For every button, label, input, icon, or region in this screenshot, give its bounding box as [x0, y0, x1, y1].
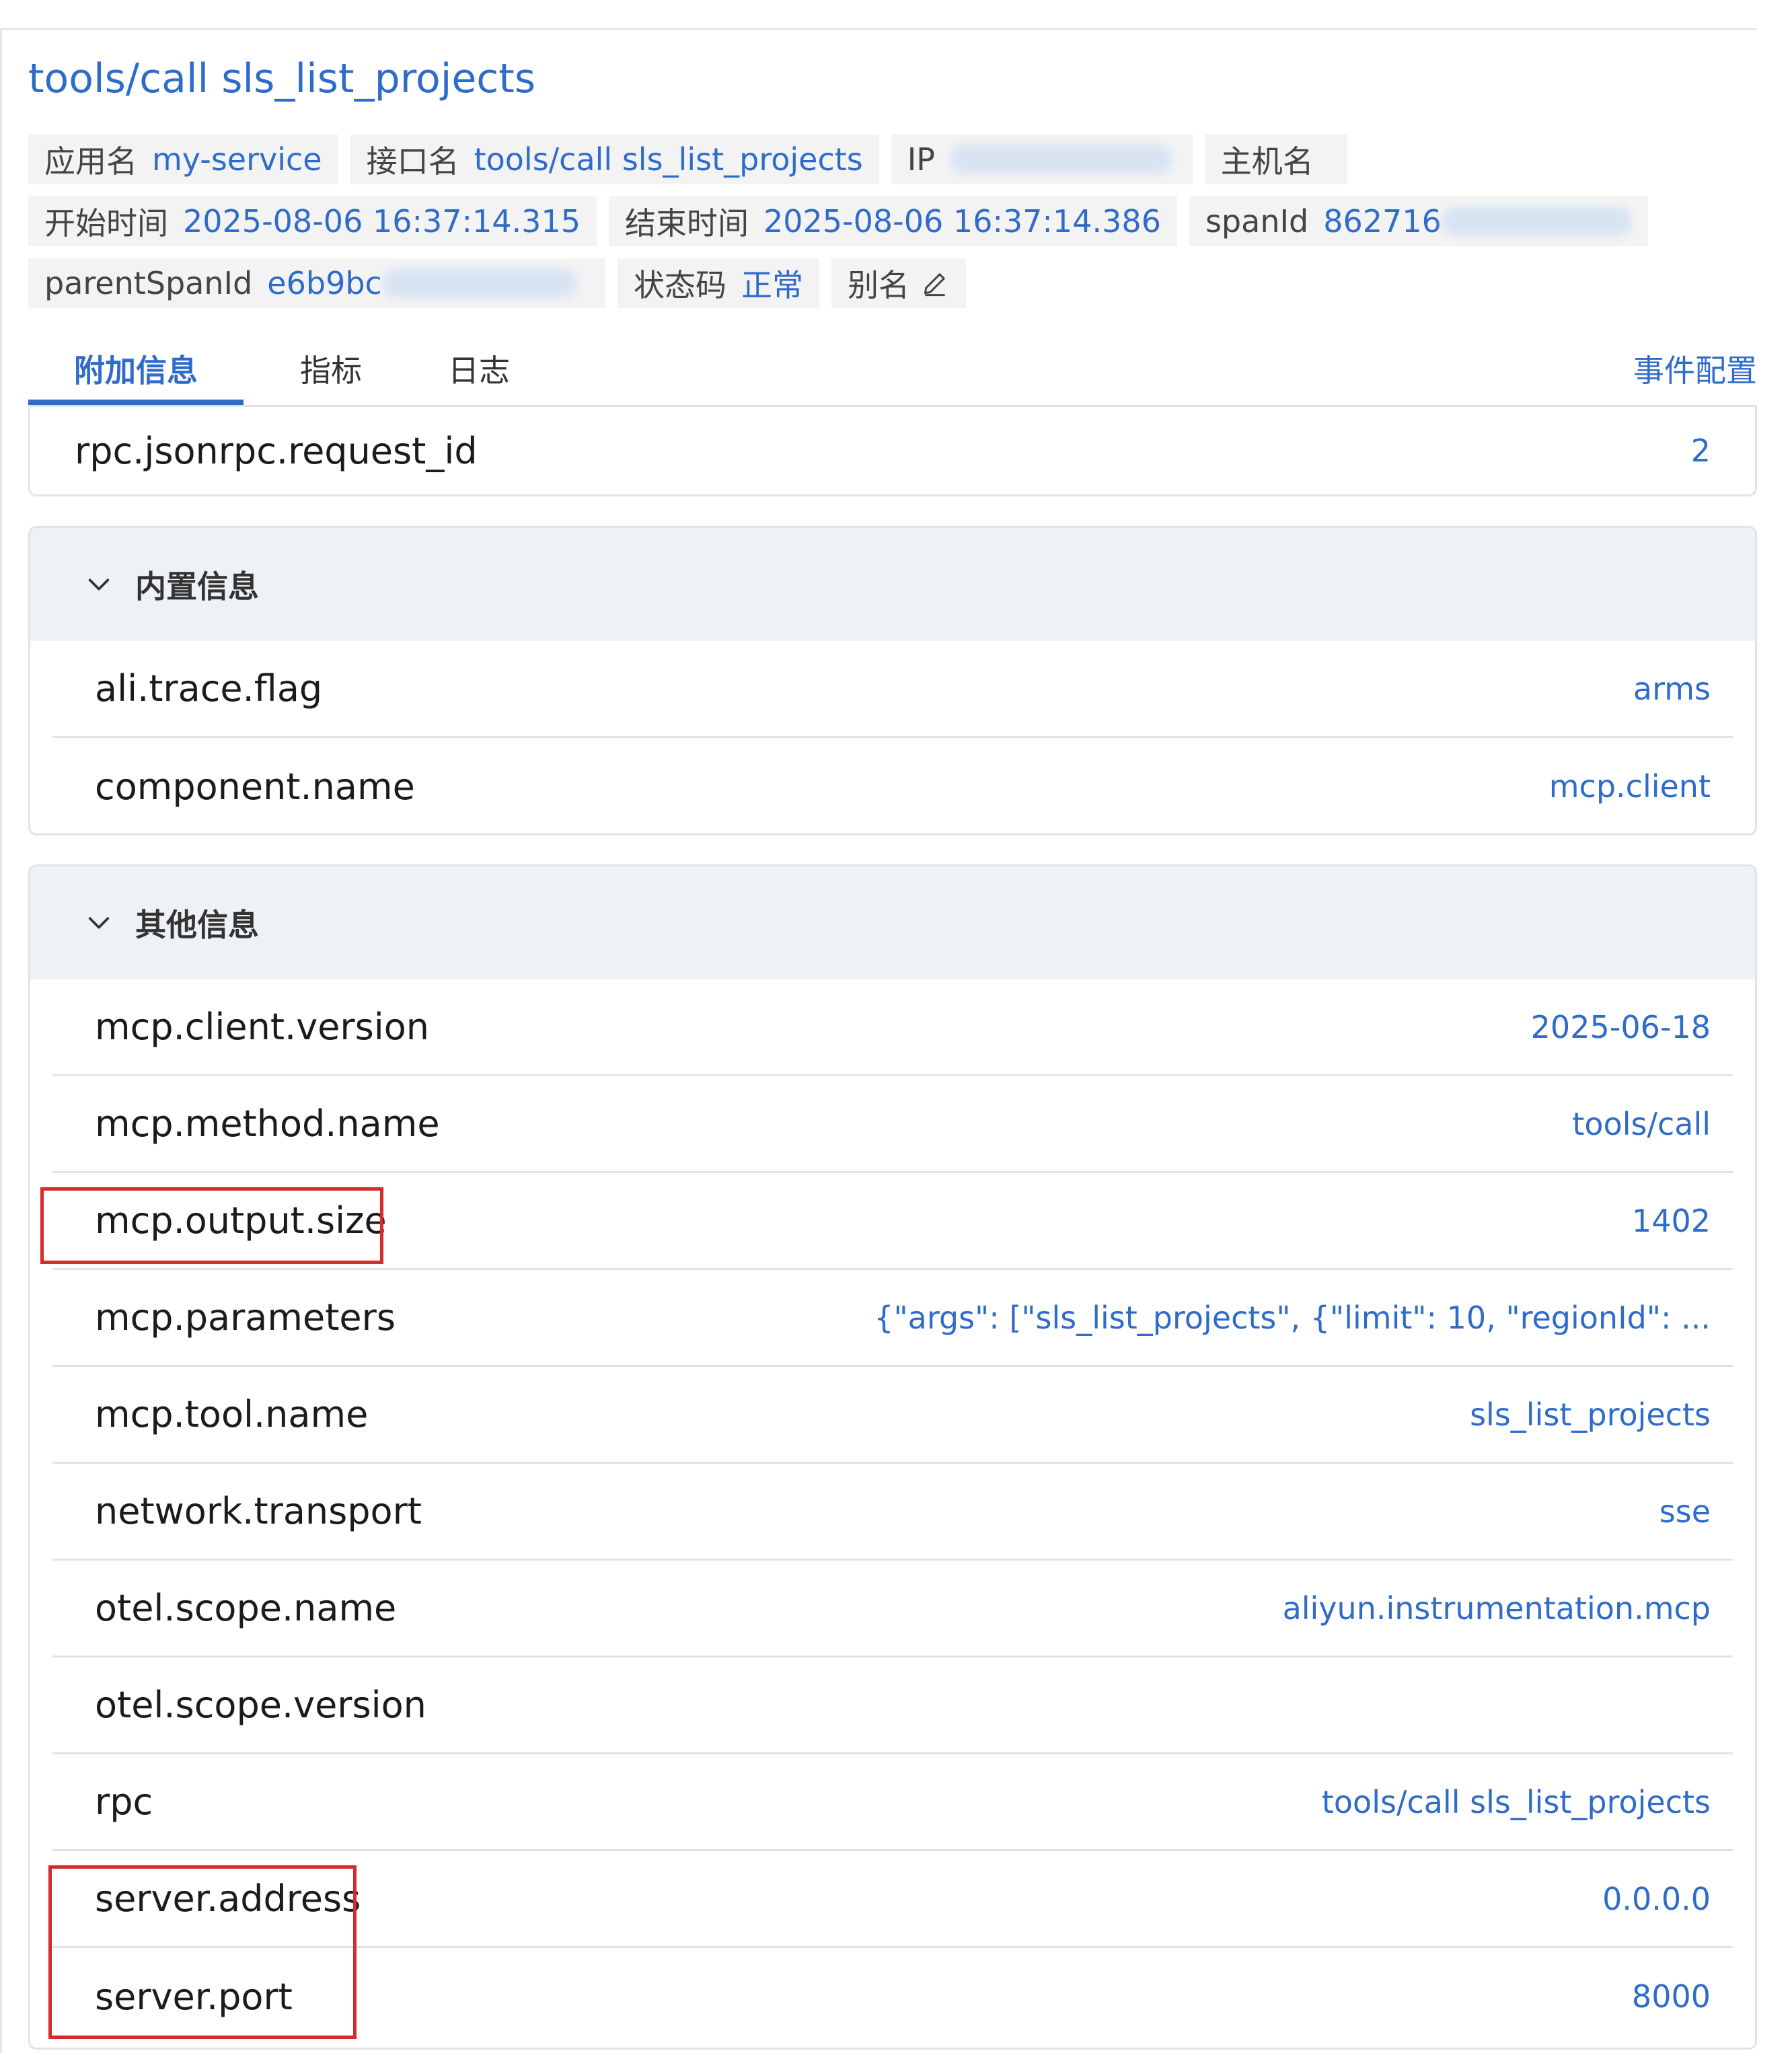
attribute-row: rpc.jsonrpc.request_id 2 [30, 407, 1755, 494]
attribute-key: component.name [95, 765, 415, 808]
other-info-header[interactable]: 其他信息 [30, 866, 1755, 979]
attribute-row: otel.scope.name aliyun.instrumentation.m… [52, 1561, 1733, 1657]
alias-chip: 别名 [831, 258, 966, 308]
attribute-key: ali.trace.flag [95, 667, 323, 710]
alias-label: 别名 [848, 267, 909, 303]
pencil-icon[interactable] [920, 268, 950, 298]
attribute-value[interactable]: 1402 [1632, 1203, 1711, 1239]
interface-name-label: 接口名 [366, 143, 459, 180]
attribute-row: ali.trace.flag arms [52, 641, 1733, 738]
host-name-label: 主机名 [1220, 143, 1314, 180]
attribute-key: network.transport [95, 1490, 422, 1532]
builtin-info-section: 内置信息 ali.trace.flag arms component.name … [28, 526, 1757, 835]
status-code-label: 状态码 [634, 267, 726, 303]
ip-label: IP [907, 141, 936, 178]
tab-attributes[interactable]: 附加信息 [28, 331, 244, 406]
attribute-row: rpc tools/call sls_list_projects [52, 1754, 1733, 1851]
info-row-2: 开始时间 2025-08-06 16:37:14.315 结束时间 2025-0… [28, 196, 1648, 246]
builtin-info-header[interactable]: 内置信息 [30, 528, 1755, 641]
active-tab-indicator [28, 400, 244, 405]
span-id-value[interactable]: 862716 [1323, 203, 1442, 239]
status-code-value: 正常 [741, 267, 803, 303]
span-id-redacted [1441, 207, 1632, 236]
attribute-key: mcp.method.name [95, 1103, 440, 1145]
ip-value-redacted [950, 145, 1172, 174]
tab-metrics[interactable]: 指标 [264, 331, 398, 406]
attribute-value[interactable]: aliyun.instrumentation.mcp [1283, 1590, 1711, 1627]
attribute-row: mcp.client.version 2025-06-18 [52, 979, 1733, 1076]
other-info-title: 其他信息 [135, 907, 259, 943]
parent-span-id-label: parentSpanId [44, 265, 253, 301]
attribute-row: mcp.method.name tools/call [52, 1076, 1733, 1173]
attribute-value[interactable]: mcp.client [1549, 768, 1711, 805]
end-time-value: 2025-08-06 16:37:14.386 [763, 203, 1161, 239]
attribute-key: mcp.tool.name [95, 1393, 369, 1435]
attribute-key: rpc [95, 1781, 153, 1823]
attribute-key: mcp.parameters [95, 1296, 396, 1339]
start-time-chip: 开始时间 2025-08-06 16:37:14.315 [28, 196, 597, 246]
attribute-value[interactable]: 2025-06-18 [1531, 1009, 1711, 1045]
attribute-row: component.name mcp.client [52, 738, 1733, 833]
attribute-value[interactable]: {"args": ["sls_list_projects", {"limit":… [874, 1300, 1711, 1336]
page-title: tools/call sls_list_projects [28, 55, 536, 102]
attribute-value[interactable]: 2 [1691, 433, 1711, 469]
info-row-1: 应用名 my-service 接口名 tools/call sls_list_p… [28, 135, 1347, 184]
attribute-row: otel.scope.version [52, 1657, 1733, 1754]
attribute-row: mcp.parameters {"args": ["sls_list_proje… [52, 1270, 1733, 1367]
chevron-down-icon [88, 917, 110, 929]
event-config-link[interactable]: 事件配置 [1633, 331, 1757, 406]
attribute-key: otel.scope.version [95, 1684, 426, 1726]
chevron-down-icon [88, 578, 110, 591]
start-time-value: 2025-08-06 16:37:14.315 [183, 203, 581, 239]
attribute-value[interactable]: tools/call sls_list_projects [1322, 1784, 1711, 1820]
detail-tabs: 附加信息 指标 日志 事件配置 [28, 331, 1757, 406]
attribute-row: mcp.tool.name sls_list_projects [52, 1367, 1733, 1464]
tab-logs[interactable]: 日志 [412, 331, 546, 406]
attribute-value[interactable]: 0.0.0.0 [1602, 1881, 1711, 1917]
start-time-label: 开始时间 [44, 205, 168, 241]
builtin-info-title: 内置信息 [135, 568, 259, 605]
ip-chip: IP [891, 135, 1193, 184]
span-id-chip: spanId 862716 [1189, 196, 1648, 246]
end-time-chip: 结束时间 2025-08-06 16:37:14.386 [608, 196, 1177, 246]
app-name-value[interactable]: my-service [152, 141, 322, 178]
end-time-label: 结束时间 [624, 205, 749, 241]
parent-span-id-value[interactable]: e6b9bc [267, 265, 382, 301]
attribute-row: network.transport sse [52, 1464, 1733, 1561]
attribute-value[interactable]: sse [1659, 1493, 1711, 1530]
parent-span-id-chip: parentSpanId e6b9bc [28, 258, 605, 308]
host-name-chip: 主机名 [1204, 135, 1347, 184]
info-row-3: parentSpanId e6b9bc 状态码 正常 别名 [28, 258, 966, 308]
attribute-value[interactable]: tools/call [1572, 1106, 1711, 1142]
attribute-key: mcp.client.version [95, 1006, 429, 1048]
attribute-key: rpc.jsonrpc.request_id [75, 429, 478, 472]
highlight-box-output-size [40, 1187, 383, 1264]
app-name-label: 应用名 [44, 143, 137, 180]
parent-span-id-redacted [381, 268, 577, 298]
interface-name-chip: 接口名 tools/call sls_list_projects [350, 135, 879, 184]
span-id-label: spanId [1205, 203, 1309, 239]
status-code-chip: 状态码 正常 [618, 258, 819, 308]
highlight-box-server [48, 1865, 357, 2039]
app-name-chip: 应用名 my-service [28, 135, 338, 184]
attribute-value[interactable]: sls_list_projects [1470, 1396, 1711, 1433]
interface-name-value[interactable]: tools/call sls_list_projects [474, 141, 863, 178]
attribute-value[interactable]: arms [1633, 671, 1711, 707]
attributes-box: rpc.jsonrpc.request_id 2 [28, 405, 1757, 496]
attribute-key: otel.scope.name [95, 1587, 397, 1629]
attribute-value[interactable]: 8000 [1632, 1978, 1711, 2015]
